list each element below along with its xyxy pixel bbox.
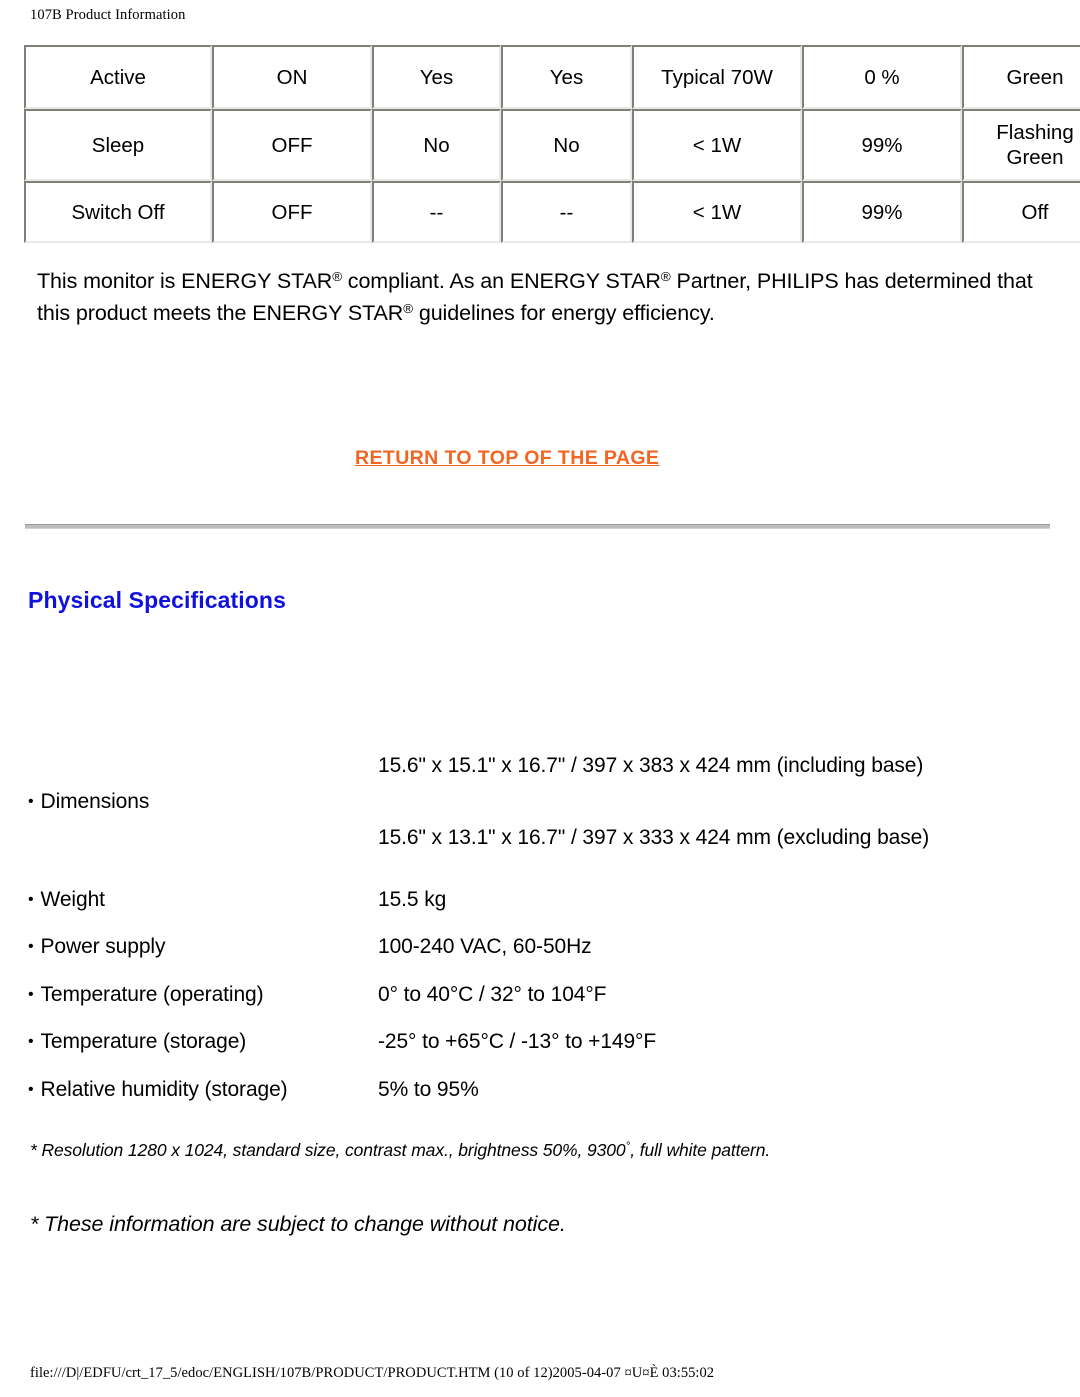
spec-value-power-supply: 100-240 VAC, 60-50Hz [378, 935, 592, 959]
spec-value-relative-humidity: 5% to 95% [378, 1077, 479, 1101]
spec-label-relative-humidity: • Relative humidity (storage) [28, 1066, 378, 1114]
spec-label-weight: • Weight [28, 876, 378, 924]
physical-specifications-table: • Dimensions 15.6" x 15.1" x 16.7" / 397 … [28, 728, 1048, 1114]
spec-value-temperature-storage: -25° to +65°C / -13° to +149°F [378, 1030, 657, 1054]
power-management-table-container: Active ON Yes Yes Typical 70W 0 % Green … [24, 45, 1080, 243]
spec-value-weight: 15.5 kg [378, 887, 447, 911]
spec-label-text: Weight [40, 887, 105, 911]
spec-label-text: Power supply [40, 935, 166, 959]
footnote-resolution-text-before: * Resolution 1280 x 1024, standard size,… [30, 1140, 626, 1160]
cell-power-used: < 1W [632, 109, 802, 181]
cell-h-sync: -- [372, 181, 501, 243]
return-to-top-link[interactable]: RETURN TO TOP OF THE PAGE [355, 447, 659, 470]
dimensions-including-base: 15.6" x 15.1" x 16.7" / 397 x 383 x 424 … [378, 754, 924, 777]
energy-star-text-2: compliant. As an ENERGY STAR [341, 268, 661, 293]
energy-star-paragraph: This monitor is ENERGY STAR® compliant. … [37, 265, 1042, 330]
table-row: Sleep OFF No No < 1W 99% Flashing Green [24, 109, 1080, 181]
cell-mode: Switch Off [24, 181, 212, 243]
page-title: Physical Specifications [28, 587, 286, 614]
table-row: • Temperature (operating) 0° to 40°C / 32… [28, 971, 1048, 1019]
cell-v-sync: Yes [501, 45, 632, 109]
cell-power-saving: 99% [802, 181, 962, 243]
table-row: • Weight 15.5 kg [28, 876, 1048, 924]
footnote-resolution: * Resolution 1280 x 1024, standard size,… [30, 1140, 770, 1161]
bullet-icon: • [28, 793, 34, 810]
cell-power-saving: 0 % [802, 45, 962, 109]
cell-v-sync: -- [501, 181, 632, 243]
registered-mark-icon: ® [660, 268, 671, 284]
cell-h-sync: No [372, 109, 501, 181]
bullet-icon: • [28, 985, 34, 1003]
page-footer-path: file:///D|/EDFU/crt_17_5/edoc/ENGLISH/10… [30, 1365, 715, 1381]
table-row: Active ON Yes Yes Typical 70W 0 % Green [24, 45, 1080, 109]
cell-led-color: Flashing Green [962, 109, 1080, 181]
table-row: • Dimensions 15.6" x 15.1" x 16.7" / 397 … [28, 728, 1048, 876]
spec-label-temperature-operating: • Temperature (operating) [28, 971, 378, 1019]
cell-mode: Sleep [24, 109, 212, 181]
energy-star-text-4: guidelines for energy efficiency. [412, 301, 715, 326]
cell-v-sync: No [501, 109, 632, 181]
cell-mode: Active [24, 45, 212, 109]
cell-h-sync: Yes [372, 45, 501, 109]
power-management-table: Active ON Yes Yes Typical 70W 0 % Green … [24, 45, 1080, 243]
bullet-icon: • [28, 1080, 34, 1098]
energy-star-text-1: This monitor is ENERGY STAR [37, 268, 333, 293]
cell-led-color: Green [962, 45, 1080, 109]
spec-label-dimensions: • Dimensions [28, 728, 378, 876]
footnote-resolution-text-after: , full white pattern. [630, 1140, 771, 1160]
page-header-title: 107B Product Information [30, 7, 186, 23]
spec-value-dimensions: 15.6" x 15.1" x 16.7" / 397 x 383 x 424 … [378, 728, 1048, 876]
cell-video: OFF [212, 109, 372, 181]
cell-video: ON [212, 45, 372, 109]
cell-video: OFF [212, 181, 372, 243]
cell-power-used: Typical 70W [632, 45, 802, 109]
spec-label-text: Relative humidity (storage) [40, 1077, 288, 1101]
bullet-icon: • [28, 1033, 34, 1051]
spec-label-power-supply: • Power supply [28, 924, 378, 972]
bullet-icon: • [28, 938, 34, 956]
table-row: • Relative humidity (storage) 5% to 95% [28, 1066, 1048, 1114]
bullet-icon: • [28, 890, 34, 908]
spec-label-text: Temperature (storage) [40, 1030, 247, 1054]
dimensions-excluding-base: 15.6" x 13.1" x 16.7" / 397 x 333 x 424 … [378, 826, 930, 849]
cell-power-used: < 1W [632, 181, 802, 243]
spec-value-temperature-operating: 0° to 40°C / 32° to 104°F [378, 982, 607, 1006]
registered-mark-icon: ® [332, 268, 342, 284]
section-divider [25, 524, 1050, 529]
cell-power-saving: 99% [802, 109, 962, 181]
spec-label-text: Temperature (operating) [40, 982, 264, 1006]
footnote-subject-to-change: * These information are subject to chang… [30, 1212, 566, 1236]
registered-mark-icon: ® [403, 301, 413, 317]
table-row: Switch Off OFF -- -- < 1W 99% Off [24, 181, 1080, 243]
table-row: • Power supply 100-240 VAC, 60-50Hz [28, 924, 1048, 972]
table-row: • Temperature (storage) -25° to +65°C / -… [28, 1019, 1048, 1067]
spec-label-text: Dimensions [40, 790, 150, 813]
cell-led-color: Off [962, 181, 1080, 243]
spec-label-temperature-storage: • Temperature (storage) [28, 1019, 378, 1067]
